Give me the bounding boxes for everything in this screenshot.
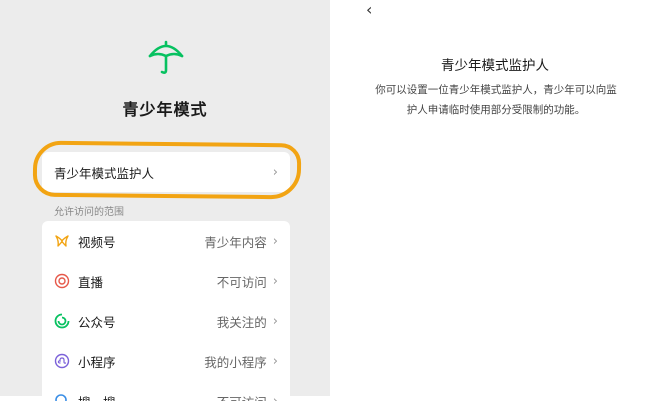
chevron-right-icon: ›	[273, 354, 278, 369]
list-item-live[interactable]: 直播 不可访问 ›	[42, 261, 290, 301]
search-icon	[54, 393, 70, 401]
list-item-label: 公众号	[78, 312, 217, 331]
video-channel-icon	[54, 233, 70, 249]
list-item-label: 直播	[78, 272, 217, 291]
guardian-description: 你可以设置一位青少年模式监护人，青少年可以向监护人申请临时使用部分受限制的功能。	[374, 80, 618, 120]
teen-mode-settings-panel: 青少年模式 青少年模式监护人 › 允许访问的范围 视频号 青少年内容 › 直播 …	[0, 0, 330, 396]
allowed-scope-list: 视频号 青少年内容 › 直播 不可访问 › 公众号 我关注的 › 小程序 我的小…	[42, 221, 290, 401]
chevron-right-icon: ›	[273, 234, 278, 249]
chevron-right-icon: ›	[273, 274, 278, 289]
live-icon	[54, 273, 70, 289]
list-item-label: 视频号	[78, 232, 204, 251]
chevron-right-icon: ›	[273, 314, 278, 329]
list-item-value: 青少年内容	[204, 232, 267, 251]
mini-program-icon	[54, 353, 70, 369]
official-account-icon	[54, 313, 70, 329]
guardian-row[interactable]: 青少年模式监护人 ›	[42, 152, 290, 192]
chevron-right-icon: ›	[273, 165, 278, 180]
list-item-value: 我的小程序	[204, 352, 267, 371]
list-item-mini-program[interactable]: 小程序 我的小程序 ›	[42, 341, 290, 381]
guardian-title: 青少年模式监护人	[330, 54, 660, 74]
page-title: 青少年模式	[0, 96, 330, 120]
chevron-right-icon: ›	[273, 394, 278, 401]
list-item-label: 小程序	[78, 352, 204, 371]
list-item-official-account[interactable]: 公众号 我关注的 ›	[42, 301, 290, 341]
list-item-search[interactable]: 搜一搜 不可访问 ›	[42, 381, 290, 401]
list-item-value: 我关注的	[217, 312, 267, 331]
allowed-scope-label: 允许访问的范围	[54, 203, 124, 218]
list-item-value: 不可访问	[217, 272, 267, 291]
back-icon[interactable]: ‹	[366, 0, 372, 19]
umbrella-icon	[146, 36, 186, 76]
guardian-row-label: 青少年模式监护人	[54, 163, 154, 182]
list-item-label: 搜一搜	[78, 392, 217, 401]
list-item-video-channel[interactable]: 视频号 青少年内容 ›	[42, 221, 290, 261]
list-item-value: 不可访问	[217, 392, 267, 401]
